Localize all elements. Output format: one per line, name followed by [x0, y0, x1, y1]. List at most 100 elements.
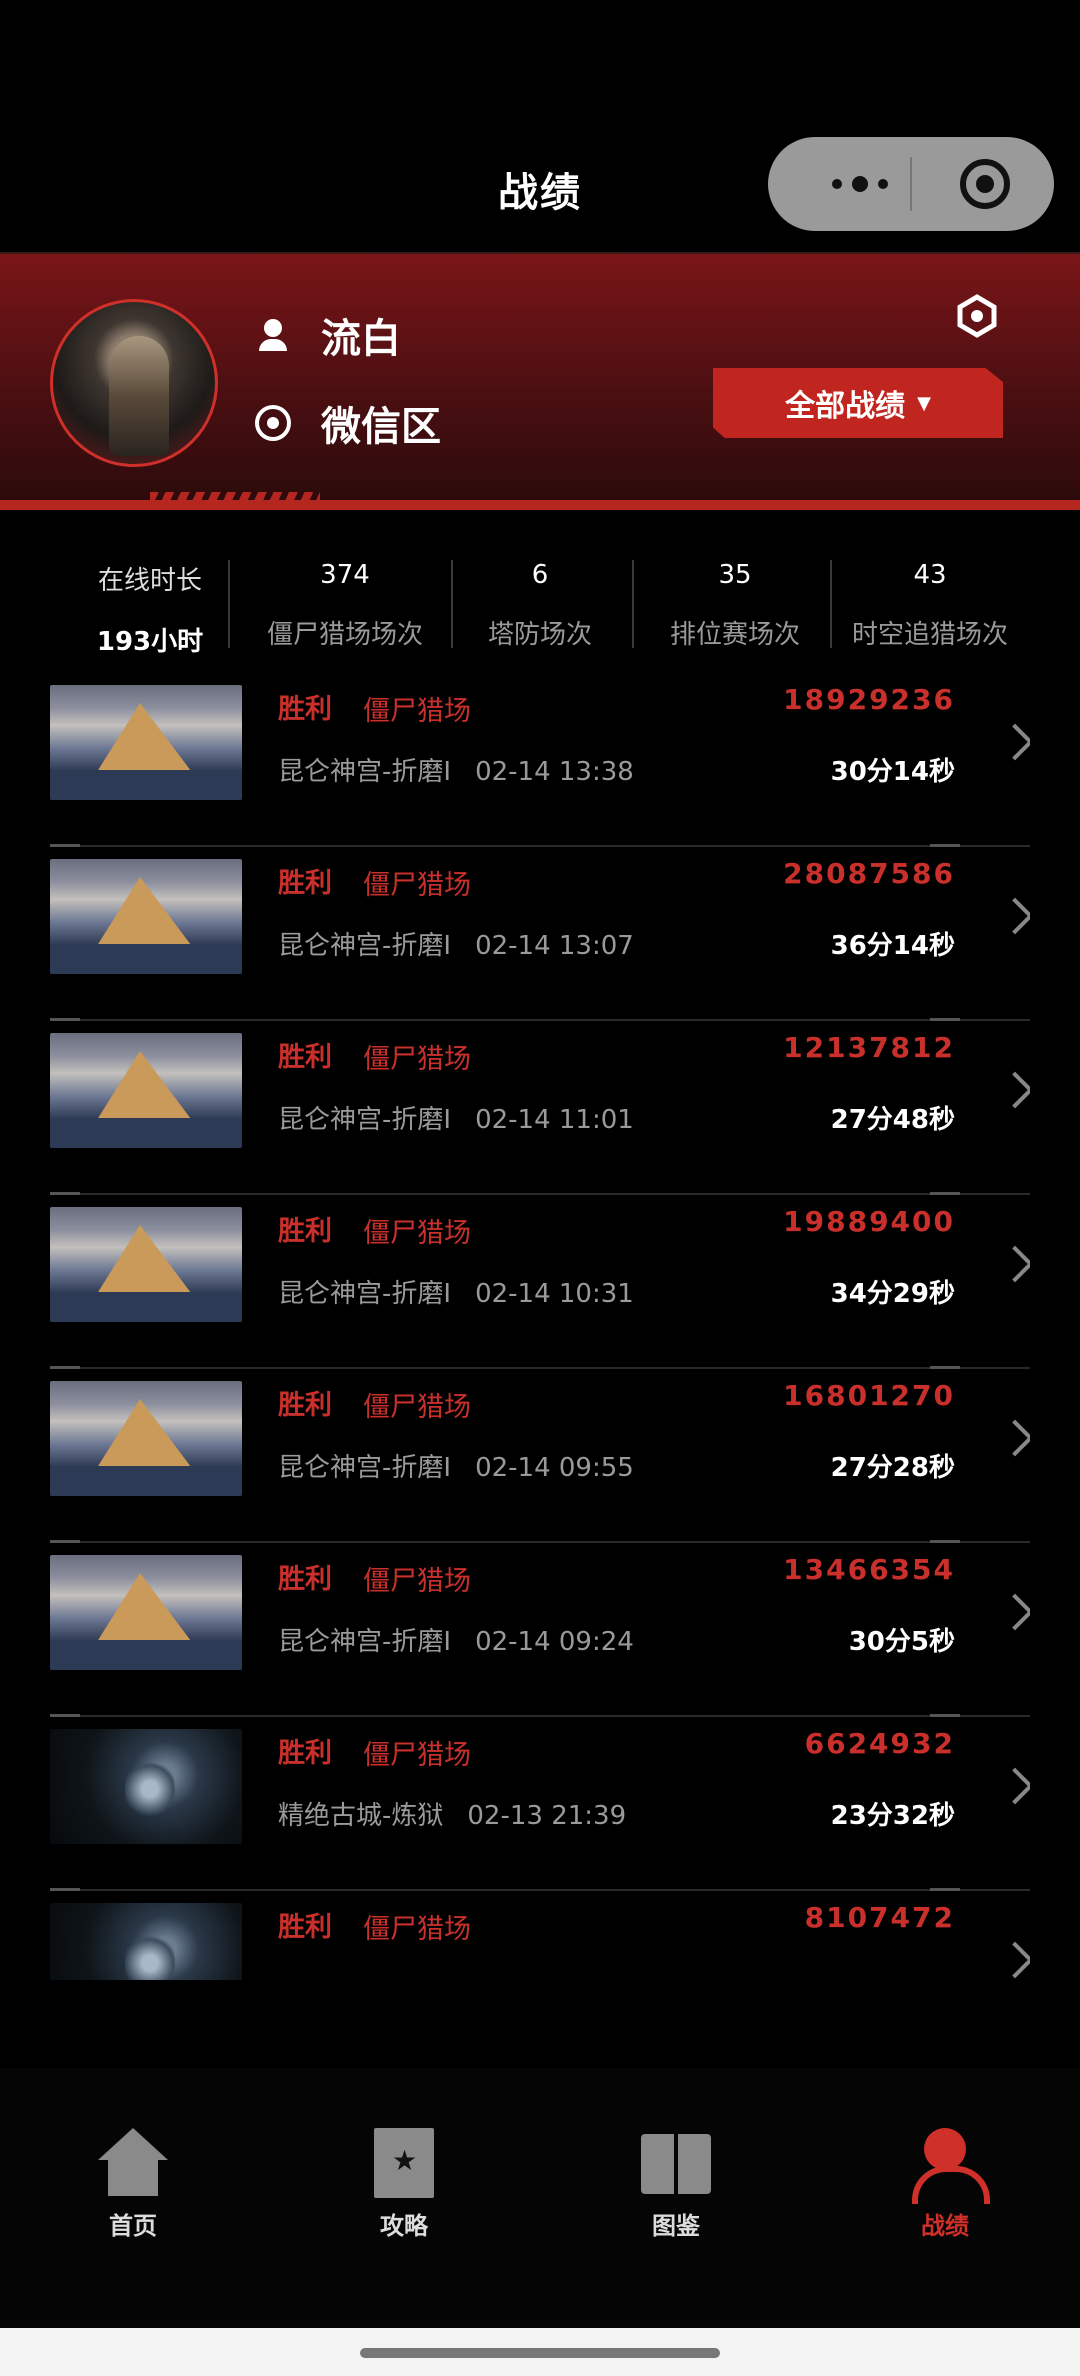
map-and-time: 昆仑神宫-折磨I 02-14 13:38 [278, 751, 634, 788]
tab-home[interactable]: 首页 [73, 2128, 193, 2241]
map-thumbnail [50, 1033, 242, 1148]
stat-spacetime-hunt: 43 时空追猎场次 [840, 540, 1020, 660]
match-score: 6624932 [804, 1727, 955, 1760]
stat-online-time: 在线时长 193小时 [70, 540, 230, 660]
guide-book-icon [374, 2128, 434, 2198]
match-score: 13466354 [783, 1553, 955, 1586]
profile-icon [910, 2128, 990, 2204]
stat-label: 在线时长 [97, 566, 202, 596]
map-thumbnail [50, 1381, 242, 1496]
map-thumbnail [50, 685, 242, 800]
chevron-right-icon[interactable] [1000, 897, 1030, 937]
map-and-time: 昆仑神宫-折磨I 02-14 09:24 [278, 1621, 634, 1658]
match-duration: 27分48秒 [830, 1105, 955, 1135]
match-time: 02-14 09:55 [475, 1453, 634, 1483]
stat-value: 374 [320, 560, 370, 590]
stat-label: 排位赛场次 [669, 620, 800, 650]
chevron-right-icon[interactable] [1000, 723, 1030, 763]
map-and-time: 精绝古城-炼狱 02-13 21:39 [278, 1795, 626, 1832]
divider [228, 560, 230, 648]
zone-icon [255, 405, 291, 441]
stat-ranked: 35 排位赛场次 [640, 540, 830, 660]
avatar[interactable] [50, 299, 218, 467]
chevron-right-icon[interactable] [1000, 1593, 1030, 1633]
chevron-right-icon[interactable] [1000, 1245, 1030, 1285]
match-time: 02-14 11:01 [475, 1105, 634, 1135]
record-row[interactable]: 胜利 僵尸猎场 昆仑神宫-折磨I 02-14 13:38 18929236 30分14秒 [50, 685, 1030, 847]
tab-label: 图鉴 [652, 2212, 700, 2240]
map-thumbnail [50, 1555, 242, 1670]
match-time: 02-13 21:39 [467, 1801, 627, 1831]
username-row: 流白 [255, 306, 401, 364]
game-mode: 僵尸猎场 [363, 1218, 471, 1249]
home-indicator [360, 2348, 720, 2358]
system-home-bar [0, 2328, 1080, 2376]
chevron-right-icon[interactable] [1000, 1071, 1030, 1111]
tab-guide[interactable]: 攻略 [344, 2128, 464, 2241]
record-row[interactable]: 胜利 僵尸猎场 昆仑神宫-折磨I 02-14 09:24 13466354 30分5秒 [50, 1543, 1030, 1717]
record-row[interactable]: 胜利 僵尸猎场 昆仑神宫-折磨I 02-14 13:07 28087586 36分14秒 [50, 847, 1030, 1021]
all-records-filter-button[interactable]: 全部战绩 ▼ [713, 368, 1003, 438]
open-book-icon [641, 2128, 711, 2198]
top-nav-bar: 战绩 [0, 0, 1080, 252]
match-result: 胜利 [278, 1042, 332, 1073]
game-mode: 僵尸猎场 [363, 1392, 471, 1423]
map-and-time: 昆仑神宫-折磨I 02-14 11:01 [278, 1099, 634, 1136]
match-time: 02-14 13:07 [475, 931, 634, 961]
match-duration: 27分28秒 [830, 1453, 955, 1483]
chevron-right-icon[interactable] [1000, 1767, 1030, 1807]
record-row[interactable]: 胜利 僵尸猎场 昆仑神宫-折磨I 02-14 11:01 12137812 27分48秒 [50, 1021, 1030, 1195]
map-name: 昆仑神宫-折磨I [278, 1453, 452, 1483]
header-bottom-bar [0, 500, 1080, 510]
match-score: 18929236 [783, 685, 955, 716]
chevron-right-icon[interactable] [1000, 1941, 1030, 1980]
stats-row: 在线时长 193小时 374 僵尸猎场场次 6 塔防场次 35 排位赛场次 43… [0, 540, 1080, 660]
stat-value: 6 [531, 560, 549, 590]
capsule-divider [910, 157, 912, 211]
match-score: 19889400 [783, 1205, 955, 1238]
map-name: 精绝古城-炼狱 [278, 1801, 444, 1831]
map-and-time: 昆仑神宫-折磨I 02-14 13:07 [278, 925, 634, 962]
match-score: 28087586 [783, 857, 955, 890]
map-thumbnail [50, 1729, 242, 1844]
filter-label: 全部战绩 [785, 389, 906, 424]
tab-codex[interactable]: 图鉴 [616, 2128, 736, 2241]
match-result: 胜利 [278, 1738, 332, 1769]
map-name: 昆仑神宫-折磨I [278, 1105, 452, 1135]
more-options-button[interactable] [808, 157, 912, 211]
zone-row: 微信区 [255, 394, 441, 452]
match-duration: 30分5秒 [848, 1627, 955, 1657]
record-list[interactable]: 胜利 僵尸猎场 昆仑神宫-折磨I 02-14 13:38 18929236 30分14秒胜… [50, 685, 1030, 1980]
match-result: 胜利 [278, 694, 332, 725]
tab-label: 首页 [109, 2212, 157, 2240]
tab-label: 攻略 [380, 2212, 428, 2240]
divider [451, 560, 453, 648]
person-icon [255, 317, 291, 353]
stat-label: 时空追猎场次 [851, 620, 1008, 650]
stat-label: 僵尸猎场场次 [266, 620, 423, 650]
match-time: 02-14 13:38 [475, 757, 634, 787]
mini-program-capsule [768, 137, 1054, 231]
hexagon-settings-icon[interactable] [955, 294, 999, 338]
record-row[interactable]: 胜利 僵尸猎场 昆仑神宫-折磨I 02-14 09:55 16801270 27分28秒 [50, 1369, 1030, 1543]
match-result: 胜利 [278, 1216, 332, 1247]
caret-down-icon: ▼ [917, 392, 931, 414]
stat-value: 35 [718, 560, 752, 590]
map-thumbnail [50, 1903, 242, 1980]
record-row[interactable]: 胜利 僵尸猎场 精绝古城-炼狱 02-13 21:39 6624932 23分32秒 [50, 1717, 1030, 1891]
close-target-icon[interactable] [960, 159, 1010, 209]
stat-zombie-hunt: 374 僵尸猎场场次 [240, 540, 450, 660]
map-name: 昆仑神宫-折磨I [278, 1279, 452, 1309]
map-and-time: 昆仑神宫-折磨I 02-14 09:55 [278, 1447, 634, 1484]
game-mode: 僵尸猎场 [363, 696, 471, 727]
game-mode: 僵尸猎场 [363, 870, 471, 901]
map-and-time: 昆仑神宫-折磨I 02-14 10:31 [278, 1273, 634, 1310]
chevron-right-icon[interactable] [1000, 1419, 1030, 1459]
tab-records[interactable]: 战绩 [885, 2128, 1005, 2241]
match-result: 胜利 [278, 1912, 332, 1943]
game-mode: 僵尸猎场 [363, 1566, 471, 1597]
match-time: 02-14 09:24 [475, 1627, 634, 1657]
record-row[interactable]: 胜利 僵尸猎场 昆仑神宫-折磨I 02-14 10:31 19889400 34分29秒 [50, 1195, 1030, 1369]
record-row[interactable]: 胜利 僵尸猎场 8107472 [50, 1891, 1030, 1980]
tab-label: 战绩 [921, 2212, 969, 2240]
